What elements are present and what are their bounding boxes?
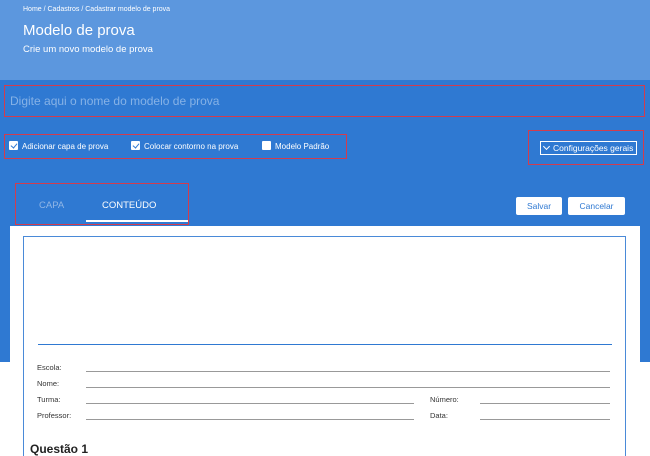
model-name-input[interactable]	[8, 89, 640, 112]
page-title: Modelo de prova	[23, 22, 135, 39]
option-add-outline[interactable]: Colocar contorno na prova	[131, 141, 238, 151]
field-date-line	[480, 419, 610, 420]
field-class-line	[86, 403, 414, 404]
option-add-cover-label: Adicionar capa de prova	[22, 142, 109, 151]
name-input-highlight	[4, 85, 645, 117]
field-class-label: Turma:	[37, 395, 61, 404]
cancel-button[interactable]: Cancelar	[568, 197, 625, 215]
field-name-label: Nome:	[37, 379, 60, 388]
header-separator	[38, 344, 612, 345]
option-default-model[interactable]: Modelo Padrão	[262, 141, 329, 151]
tabs-highlight: CAPA CONTEÚDO	[15, 183, 189, 225]
field-teacher-label: Professor:	[37, 411, 72, 420]
config-highlight: Configurações gerais	[528, 130, 644, 165]
field-name-line	[86, 387, 610, 388]
option-default-model-label: Modelo Padrão	[275, 142, 330, 151]
exam-sheet: Escola: Nome: Turma: Número: Professor: …	[10, 226, 640, 456]
field-school-line	[86, 371, 610, 372]
general-settings-label: Configurações gerais	[553, 143, 634, 153]
option-add-cover[interactable]: Adicionar capa de prova	[9, 141, 108, 151]
active-tab-indicator	[86, 220, 188, 222]
save-button[interactable]: Salvar	[516, 197, 562, 215]
chevron-down-icon	[542, 142, 551, 151]
field-date-label: Data:	[430, 411, 448, 420]
checkbox-unchecked-icon[interactable]	[262, 141, 271, 150]
general-settings-button[interactable]: Configurações gerais	[540, 141, 638, 155]
tab-conteudo[interactable]: CONTEÚDO	[102, 200, 156, 211]
options-highlight: Adicionar capa de prova Colocar contorno…	[4, 134, 347, 159]
tab-capa[interactable]: CAPA	[39, 200, 64, 211]
breadcrumb[interactable]: Home / Cadastros / Cadastrar modelo de p…	[23, 6, 170, 13]
checkbox-checked-icon[interactable]	[9, 141, 18, 150]
field-number-label: Número:	[430, 395, 459, 404]
field-teacher-line	[86, 419, 414, 420]
field-number-line	[480, 403, 610, 404]
exam-page: Escola: Nome: Turma: Número: Professor: …	[23, 236, 626, 456]
page-subtitle: Crie um novo modelo de prova	[23, 44, 153, 55]
checkbox-checked-icon[interactable]	[131, 141, 140, 150]
field-school-label: Escola:	[37, 363, 62, 372]
question-title: Questão 1	[30, 442, 89, 456]
option-add-outline-label: Colocar contorno na prova	[144, 142, 239, 151]
